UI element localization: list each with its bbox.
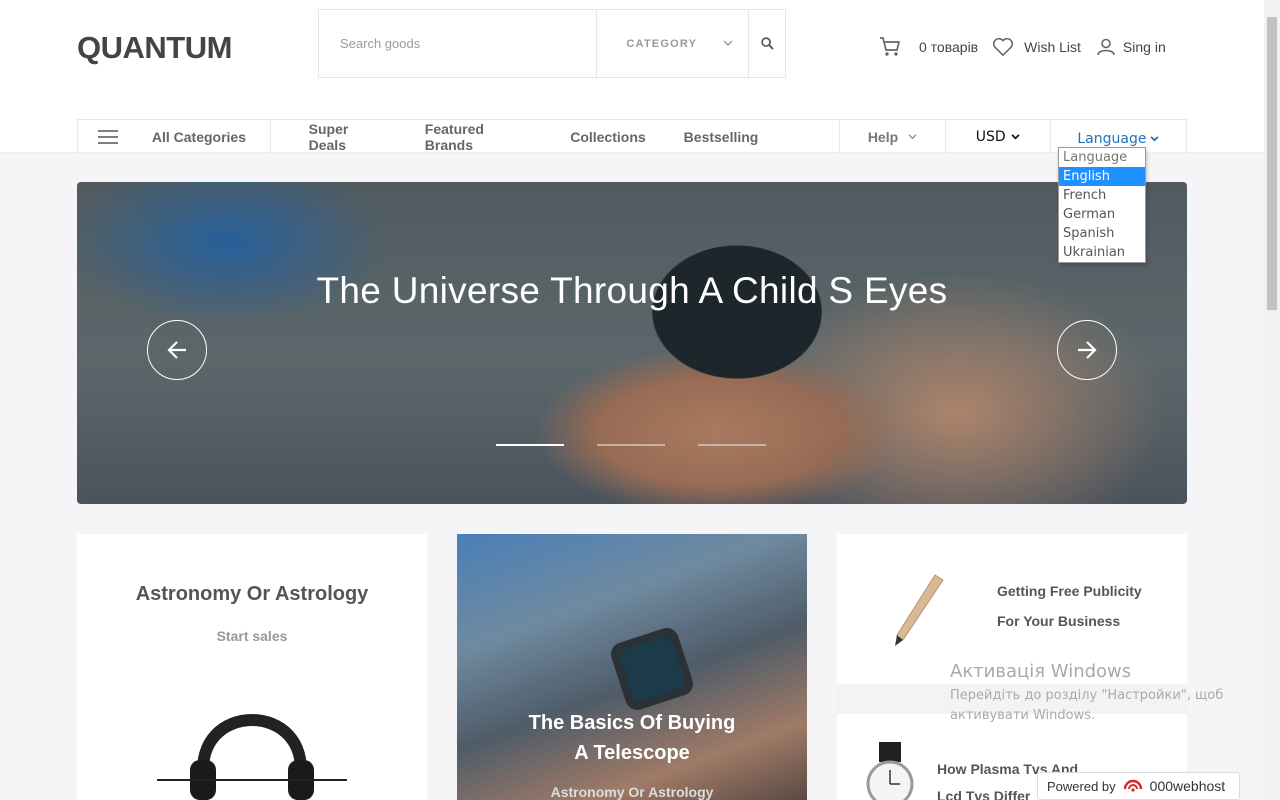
site-header: QUANTUM CATEGORY 0 товарів Wish List Sin…	[0, 0, 1264, 154]
currency-select[interactable]: USD	[946, 129, 1050, 145]
category-label: CATEGORY	[626, 37, 698, 50]
nav-link-collections[interactable]: Collections	[570, 129, 645, 145]
nav-link-bestselling[interactable]: Bestselling	[684, 129, 759, 145]
nav-link-super-deals[interactable]: Super Deals	[309, 121, 387, 153]
page-scrollbar[interactable]	[1264, 0, 1280, 800]
chevron-down-icon	[1011, 133, 1020, 139]
wishlist-link[interactable]: Wish List	[992, 37, 1081, 57]
help-label: Help	[867, 128, 899, 145]
header-actions: 0 товарів Wish List Sing in	[878, 36, 1166, 58]
scrollbar-thumb[interactable]	[1267, 17, 1277, 310]
article-link[interactable]: Getting Free Publicity For Your Business	[997, 576, 1142, 636]
language-option[interactable]: Spanish	[1059, 224, 1145, 243]
pencil-image	[895, 574, 944, 646]
site-logo[interactable]: QUANTUM	[77, 30, 232, 66]
language-select[interactable]: Language	[1051, 127, 1186, 147]
arrow-left-icon	[167, 341, 186, 359]
article-title-line: For Your Business	[997, 613, 1121, 629]
watch-image	[611, 628, 693, 710]
language-option[interactable]: English	[1059, 167, 1145, 186]
language-option[interactable]: French	[1059, 186, 1145, 205]
search-button[interactable]	[749, 10, 785, 77]
powered-by-label: Powered by	[1047, 778, 1116, 794]
slider-next-button[interactable]	[1057, 320, 1117, 380]
language-option[interactable]: Language	[1059, 148, 1145, 167]
slider-dot[interactable]	[698, 444, 766, 446]
card-title-line: The Basics Of Buying	[528, 712, 736, 734]
nav-divider	[269, 119, 271, 154]
nav-link-featured-brands[interactable]: Featured Brands	[425, 121, 532, 153]
chevron-down-icon	[908, 133, 917, 139]
article-title-line: Getting Free Publicity	[997, 583, 1142, 599]
hamburger-icon	[97, 129, 118, 144]
wristwatch-image	[866, 742, 914, 800]
windows-activation-watermark: Активація Windows Перейдіть до розділу "…	[950, 661, 1223, 726]
watermark-text: Перейдіть до розділу "Настройки", щоб ак…	[950, 686, 1223, 726]
card-title-line: A Telescope	[574, 742, 690, 764]
slider-dot[interactable]	[496, 444, 564, 446]
headphones-image	[157, 714, 347, 800]
menu-button[interactable]	[78, 129, 138, 144]
wishlist-label: Wish List	[1024, 39, 1081, 55]
search-icon	[760, 37, 774, 50]
card-title: The Basics Of Buying A Telescope	[457, 708, 807, 768]
language-option[interactable]: Ukrainian	[1059, 243, 1145, 262]
signin-label: Sing in	[1122, 39, 1166, 55]
promo-card[interactable]: The Basics Of Buying A Telescope Astrono…	[457, 534, 807, 800]
slider-dot[interactable]	[597, 444, 665, 446]
heart-icon	[993, 37, 1014, 57]
main-nav: All Categories Super Deals Featured Bran…	[77, 119, 1187, 154]
cart-icon	[880, 37, 901, 56]
arrow-right-icon	[1078, 341, 1097, 359]
search-input[interactable]	[319, 10, 598, 77]
promo-card[interactable]: Astronomy Or Astrology Start sales	[77, 534, 427, 800]
help-menu[interactable]: Help	[840, 129, 944, 145]
slider-dots	[496, 444, 766, 446]
slider-prev-button[interactable]	[147, 320, 207, 380]
powered-by-badge[interactable]: Powered by 000webhost	[1037, 772, 1240, 800]
cart-link[interactable]: 0 товарів	[878, 36, 978, 58]
category-select[interactable]: CATEGORY	[597, 10, 750, 77]
watermark-line: активувати Windows.	[950, 708, 1096, 723]
card-subtitle: Astronomy Or Astrology	[550, 784, 714, 800]
watermark-title: Активація Windows	[950, 661, 1132, 682]
powered-by-brand: 000webhost	[1149, 778, 1226, 794]
currency-label: USD	[975, 128, 1006, 145]
search-bar: CATEGORY	[318, 9, 786, 78]
watermark-line: Перейдіть до розділу "Настройки", щоб	[950, 688, 1224, 703]
webhost-logo-icon	[1123, 779, 1142, 792]
language-option[interactable]: German	[1059, 205, 1145, 224]
card-title: Astronomy Or Astrology	[135, 583, 369, 605]
signin-link[interactable]: Sing in	[1097, 38, 1166, 56]
chevron-down-icon	[723, 40, 733, 47]
cart-count: 0 товарів	[919, 39, 979, 55]
card-subtitle: Start sales	[216, 628, 288, 644]
user-icon	[1097, 38, 1115, 56]
language-label: Language	[1077, 130, 1147, 147]
language-dropdown: Language English French German Spanish U…	[1058, 147, 1146, 263]
all-categories-link[interactable]: All Categories	[138, 129, 270, 145]
chevron-down-icon	[1150, 135, 1160, 141]
slide-title: The Universe Through A Child S Eyes	[316, 270, 948, 311]
hero-slider: The Universe Through A Child S Eyes	[77, 182, 1187, 504]
